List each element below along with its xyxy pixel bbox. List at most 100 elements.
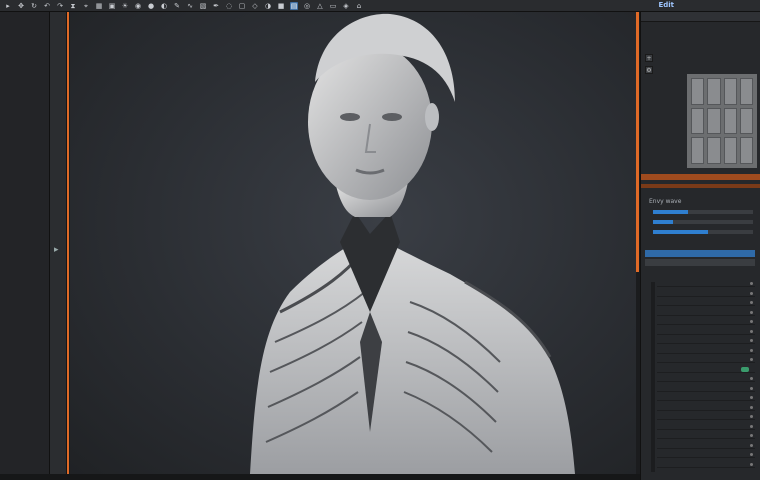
subtool-list-item[interactable] [657, 375, 755, 382]
visibility-toggle-icon[interactable] [750, 348, 753, 352]
3d-viewport[interactable] [70, 12, 636, 474]
property-row[interactable] [641, 30, 760, 38]
visibility-toggle-icon[interactable] [750, 396, 753, 399]
subtool-list-item[interactable] [657, 385, 755, 392]
subtool-list-item[interactable] [657, 432, 755, 439]
left-panel-row[interactable] [0, 72, 49, 82]
material-thumbnail[interactable] [723, 78, 737, 105]
select-icon[interactable]: ▸ [4, 2, 12, 10]
subtool-list-item[interactable] [657, 404, 755, 411]
visibility-toggle-icon[interactable] [750, 301, 753, 304]
frame-icon[interactable]: ▭ [329, 2, 337, 10]
material-thumbnail[interactable] [691, 107, 705, 135]
subtool-list-item[interactable] [657, 442, 755, 449]
property-row[interactable] [641, 62, 760, 70]
left-panel-row[interactable] [0, 52, 49, 62]
subtool-list-item[interactable] [657, 366, 755, 373]
collapse-arrow-icon[interactable]: ▸ [54, 245, 59, 255]
visibility-toggle-icon[interactable] [750, 424, 753, 428]
visibility-toggle-icon[interactable] [750, 434, 753, 437]
solid-icon[interactable]: ■ [277, 2, 285, 10]
selected-layer-row[interactable] [645, 250, 755, 257]
visibility-toggle-icon[interactable] [750, 443, 753, 447]
left-tool-strip[interactable]: ▸ [50, 12, 67, 480]
layer-row[interactable] [645, 259, 755, 266]
subtool-list-item[interactable] [657, 461, 755, 468]
material-thumbnail[interactable] [723, 137, 737, 164]
light-icon[interactable]: ☀ [121, 2, 129, 10]
subtool-list-item[interactable] [657, 290, 755, 297]
visibility-toggle-icon[interactable] [750, 386, 753, 390]
visibility-toggle-icon[interactable] [750, 329, 753, 333]
texture-icon[interactable]: ▤ [290, 1, 298, 10]
visibility-toggle-icon[interactable] [750, 415, 753, 418]
subtool-list-item[interactable] [657, 356, 755, 363]
visibility-toggle-icon[interactable] [750, 462, 753, 466]
material-thumbnail[interactable] [691, 137, 705, 164]
subtool-list-item[interactable] [657, 347, 755, 354]
brush-icon[interactable]: ✎ [173, 2, 181, 10]
visibility-toggle-icon[interactable] [750, 310, 753, 314]
visibility-toggle-icon[interactable] [750, 405, 753, 409]
visibility-toggle-on-icon[interactable] [741, 366, 749, 372]
left-panel-row[interactable] [0, 42, 49, 52]
visibility-toggle-icon[interactable] [750, 282, 753, 285]
view-icon[interactable]: ◎ [303, 2, 311, 10]
left-panel-row[interactable] [0, 22, 49, 32]
visibility-toggle-icon[interactable] [750, 320, 753, 323]
undo-icon[interactable]: ↶ [43, 2, 51, 10]
subtool-list-item[interactable] [657, 280, 755, 287]
sculpt-icon[interactable]: ◐ [160, 2, 168, 10]
visibility-toggle-icon[interactable] [750, 358, 753, 361]
subtool-list-item[interactable] [657, 328, 755, 335]
subtool-list-item[interactable] [657, 299, 755, 306]
left-panel-row[interactable] [0, 32, 49, 42]
render-icon[interactable]: ◉ [134, 2, 142, 10]
property-row[interactable] [641, 46, 760, 54]
property-row[interactable] [641, 54, 760, 62]
focal-slider[interactable] [653, 230, 753, 234]
redo-icon[interactable]: ↷ [56, 2, 64, 10]
material-thumbnail[interactable] [707, 107, 721, 135]
hide-icon[interactable]: ◌ [225, 2, 233, 10]
wire-icon[interactable]: ◇ [251, 2, 259, 10]
property-row[interactable] [641, 38, 760, 46]
shade-icon[interactable]: ◑ [264, 2, 272, 10]
material-thumbnail[interactable] [707, 137, 721, 164]
subtool-list-item[interactable] [657, 451, 755, 458]
subtool-list-item[interactable] [657, 423, 755, 430]
subtool-tab-secondary[interactable] [641, 184, 760, 188]
settings-icon[interactable]: ⚙ [645, 66, 653, 74]
subtool-list-item[interactable] [657, 318, 755, 325]
rotate-icon[interactable]: ↻ [30, 2, 38, 10]
move-icon[interactable]: ✥ [17, 2, 25, 10]
add-icon[interactable]: + [645, 54, 653, 62]
camera-icon[interactable]: ▣ [108, 2, 116, 10]
subtool-tab[interactable] [641, 174, 760, 180]
property-row[interactable] [641, 22, 760, 30]
subtool-list-item[interactable] [657, 337, 755, 344]
left-panel-row[interactable] [0, 102, 49, 112]
intensity-slider[interactable] [653, 210, 753, 214]
grid-icon[interactable]: ▦ [95, 2, 103, 10]
subtool-list-item[interactable] [657, 394, 755, 401]
visibility-toggle-icon[interactable] [750, 377, 753, 380]
material-thumbnail[interactable] [739, 137, 753, 164]
left-panel-row[interactable] [0, 82, 49, 92]
material-thumbnail[interactable] [739, 78, 753, 105]
material-thumbnail[interactable] [723, 107, 737, 135]
subtool-list-item[interactable] [657, 413, 755, 420]
visibility-toggle-icon[interactable] [750, 291, 753, 295]
history-icon[interactable]: ⧗ [69, 2, 77, 10]
material-icon[interactable]: ● [147, 2, 155, 10]
left-panel-row[interactable] [0, 92, 49, 102]
snap-icon[interactable]: ⌖ [82, 2, 90, 10]
scene-icon[interactable]: ⌂ [355, 2, 363, 10]
material-thumbnail[interactable] [707, 78, 721, 105]
mask-icon[interactable]: ▧ [199, 2, 207, 10]
list-scrollbar[interactable] [651, 282, 655, 472]
material-thumbnail[interactable] [691, 78, 705, 105]
display-icon[interactable]: ▢ [238, 2, 246, 10]
material-thumbnail[interactable] [739, 107, 753, 135]
size-slider[interactable] [653, 220, 753, 224]
